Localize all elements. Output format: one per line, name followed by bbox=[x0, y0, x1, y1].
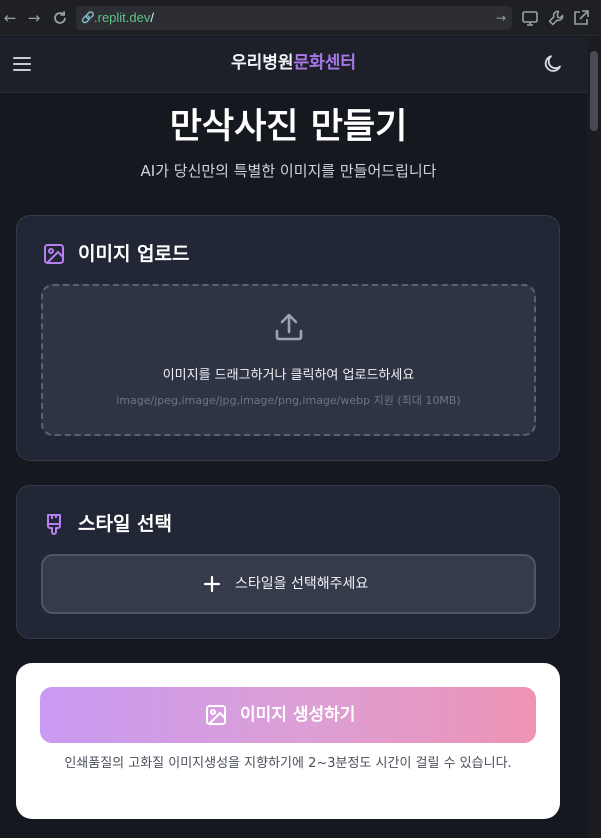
brand-title[interactable]: 우리병원문화센터 bbox=[0, 51, 587, 75]
generate-panel: 이미지 생성하기 인쇄품질의 고화질 이미지생성을 지향하기에 2~3분정도 시… bbox=[16, 663, 560, 819]
forward-icon[interactable]: → bbox=[24, 8, 44, 28]
reload-icon[interactable] bbox=[50, 8, 70, 28]
moon-icon[interactable] bbox=[542, 53, 564, 75]
back-icon[interactable]: ← bbox=[0, 8, 20, 28]
upload-card: 이미지 업로드 이미지를 드래그하거나 클릭하여 업로드하세요 image/jp… bbox=[16, 215, 560, 461]
brand-part-2: 문화센터 bbox=[293, 53, 357, 73]
wrench-icon[interactable] bbox=[547, 9, 565, 27]
style-select-button[interactable]: 스타일을 선택해주세요 bbox=[41, 554, 536, 614]
generate-note: 인쇄품질의 고화질 이미지생성을 지향하기에 2~3분정도 시간이 걸릴 수 있… bbox=[64, 756, 512, 771]
brand-part-1: 우리병원 bbox=[230, 53, 294, 73]
generate-button-label: 이미지 생성하기 bbox=[240, 705, 356, 725]
image-icon bbox=[44, 244, 64, 264]
style-card: 스타일 선택 스타일을 선택해주세요 bbox=[16, 485, 560, 639]
page-title: 만삭사진 만들기 bbox=[169, 107, 408, 147]
page-subtitle: AI가 당신만의 특별한 이미지를 만들어드립니다 bbox=[140, 162, 437, 180]
dropzone-text: 이미지를 드래그하거나 클릭하여 업로드하세요 bbox=[162, 368, 415, 383]
app-header: 우리병원문화센터 bbox=[0, 37, 587, 93]
url-go-icon[interactable]: → bbox=[496, 9, 506, 27]
upload-heading-label: 이미지 업로드 bbox=[78, 243, 190, 265]
plus-icon bbox=[203, 575, 221, 593]
scrollbar[interactable] bbox=[587, 37, 601, 838]
external-link-icon[interactable] bbox=[572, 9, 590, 27]
address-bar[interactable]: 🔗 .replit.dev/ → bbox=[76, 6, 512, 30]
browser-toolbar: ← → 🔗 .replit.dev/ → bbox=[0, 0, 601, 36]
scrollbar-thumb[interactable] bbox=[590, 51, 598, 131]
style-heading-label: 스타일 선택 bbox=[78, 513, 173, 535]
monitor-icon[interactable] bbox=[521, 9, 539, 27]
upload-dropzone[interactable]: 이미지를 드래그하거나 클릭하여 업로드하세요 image/jpeg,image… bbox=[41, 284, 536, 436]
image-icon bbox=[206, 705, 226, 725]
url-text: .replit.dev/ bbox=[94, 10, 154, 25]
paintbrush-icon bbox=[47, 514, 61, 535]
link-icon[interactable]: 🔗 bbox=[81, 9, 95, 27]
upload-icon bbox=[275, 313, 303, 341]
style-select-label: 스타일을 선택해주세요 bbox=[235, 576, 369, 592]
generate-button[interactable]: 이미지 생성하기 bbox=[40, 687, 536, 743]
dropzone-hint: image/jpeg,image/jpg,image/png,image/web… bbox=[116, 394, 461, 407]
